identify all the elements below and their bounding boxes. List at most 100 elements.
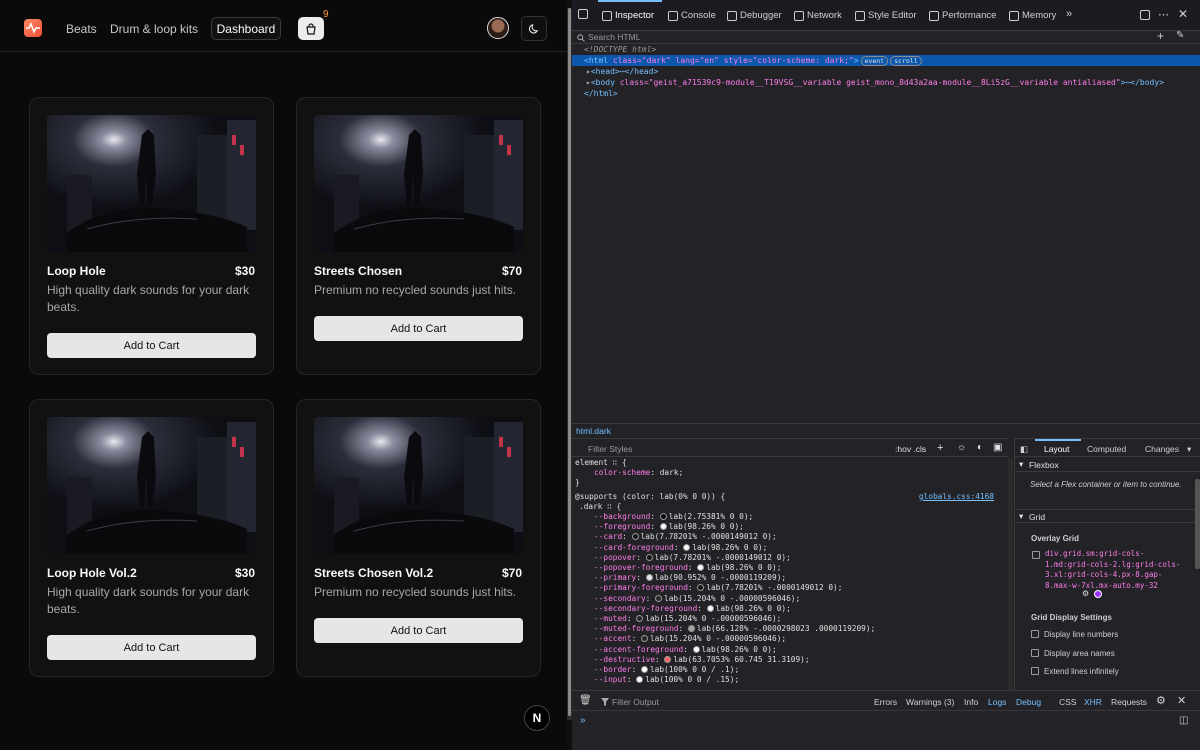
color-swatch[interactable] [683, 543, 691, 551]
color-swatch[interactable] [645, 553, 653, 561]
add-to-cart-button[interactable]: Add to Cart [47, 333, 256, 358]
light-theme-icon[interactable]: ☼ [957, 442, 966, 453]
color-swatch[interactable] [640, 635, 648, 643]
color-swatch[interactable] [687, 625, 695, 633]
chevron-down-icon[interactable]: ▾ [1187, 444, 1191, 455]
tab-changes[interactable]: Changes [1145, 444, 1179, 454]
breadcrumb-item[interactable]: html.dark [576, 426, 611, 436]
add-node-icon[interactable]: + [1157, 29, 1164, 43]
page-scrollbar-thumb[interactable] [568, 8, 571, 716]
css-variable-declaration[interactable]: --accent: lab(15.204% 0 -.00000596046); [594, 634, 786, 644]
tree-node-head[interactable]: ▸<head>⋯</head> [572, 66, 1200, 77]
color-swatch[interactable] [697, 564, 705, 571]
gear-icon[interactable]: ⚙ [1156, 694, 1166, 707]
variable-name[interactable]: --secondary-foreground [594, 604, 697, 613]
cart-button[interactable] [298, 17, 324, 40]
css-variable-declaration[interactable]: --card: lab(7.78201% -.0000149012 0); [594, 532, 777, 542]
variable-value[interactable]: lab(100% 0 0 / .15); [645, 675, 739, 684]
variable-value[interactable]: lab(2.75381% 0 0); [669, 512, 754, 521]
color-swatch[interactable] [692, 645, 700, 653]
grid-color-swatch[interactable] [1094, 590, 1102, 598]
css-variable-declaration[interactable]: --foreground: lab(98.26% 0 0); [594, 522, 744, 532]
css-variable-declaration[interactable]: --background: lab(2.75381% 0 0); [594, 512, 753, 522]
nav-link-beats[interactable]: Beats [66, 22, 97, 36]
variable-value[interactable]: lab(100% 0 0 / .1); [650, 665, 739, 674]
variable-name[interactable]: --primary [594, 573, 636, 582]
grid-section-header[interactable]: Grid ▾ [1015, 509, 1200, 523]
console-prompt[interactable]: » [580, 715, 586, 726]
more-tabs-chevron-icon[interactable]: » [1066, 8, 1072, 20]
css-variable-declaration[interactable]: --muted-foreground: lab(66.128% -.000029… [594, 624, 875, 634]
variable-name[interactable]: --popover [594, 553, 636, 562]
toggle-pane-icon[interactable]: ◧ [1020, 444, 1028, 455]
tree-node-html-close[interactable]: </html> [572, 88, 1200, 99]
tree-node-body[interactable]: ▸<body class="geist_a71539c9-module__T19… [572, 77, 1200, 88]
css-variable-declaration[interactable]: --border: lab(100% 0 0 / .1); [594, 665, 739, 675]
color-swatch[interactable] [640, 666, 648, 673]
add-to-cart-button[interactable]: Add to Cart [314, 618, 523, 643]
color-swatch[interactable] [636, 615, 644, 622]
css-variable-declaration[interactable]: --muted: lab(15.204% 0 -.00000596046); [594, 614, 781, 624]
variable-value[interactable]: lab(15.204% 0 -.00000596046); [650, 634, 786, 643]
variable-name[interactable]: --accent [594, 634, 632, 643]
filter-errors[interactable]: Errors [874, 697, 897, 707]
checkbox[interactable] [1031, 649, 1039, 657]
gear-icon[interactable]: ⚙ [1082, 589, 1089, 598]
color-swatch[interactable] [645, 574, 653, 582]
color-swatch[interactable] [659, 523, 667, 531]
filter-info[interactable]: Info [964, 697, 978, 707]
event-badge[interactable]: event [860, 56, 889, 66]
more-options-icon[interactable]: ⋯ [1158, 8, 1169, 21]
variable-name[interactable]: --primary-foreground [594, 583, 688, 592]
variable-name[interactable]: --card [594, 532, 622, 541]
dashboard-button[interactable]: Dashboard [211, 17, 281, 40]
print-media-icon[interactable]: ▣ [993, 442, 1002, 453]
overlay-grid-checkbox[interactable] [1032, 551, 1040, 559]
filter-logs[interactable]: Logs [988, 697, 1006, 707]
variable-value[interactable]: lab(98.26% 0 0); [716, 604, 791, 613]
filter-requests[interactable]: Requests [1111, 697, 1147, 707]
option-display-area-names[interactable]: Display area names [1031, 649, 1115, 658]
user-avatar[interactable] [487, 17, 509, 39]
tab-network[interactable]: Network [794, 10, 842, 21]
css-variable-declaration[interactable]: --input: lab(100% 0 0 / .15); [594, 675, 739, 685]
property-value[interactable]: dark; [660, 468, 683, 477]
rules-scrollbar[interactable] [1008, 458, 1013, 690]
tab-performance[interactable]: Performance [929, 10, 996, 21]
sidebar-scrollbar[interactable] [1195, 479, 1200, 569]
css-variable-declaration[interactable]: --primary: lab(90.952% 0 -.0000119209); [594, 573, 786, 583]
filter-styles-input[interactable]: Filter Styles [588, 444, 632, 454]
css-variable-declaration[interactable]: --accent-foreground: lab(98.26% 0 0); [594, 645, 777, 655]
css-variable-declaration[interactable]: --popover: lab(7.78201% -.0000149012 0); [594, 553, 791, 563]
trash-icon[interactable]: 🗑 [579, 695, 592, 706]
color-swatch[interactable] [664, 655, 672, 663]
hov-cls-toggles[interactable]: :hov .cls [895, 444, 926, 454]
variable-value[interactable]: lab(90.952% 0 -.0000119209); [655, 573, 786, 582]
variable-value[interactable]: lab(7.78201% -.0000149012 0); [706, 583, 842, 592]
option-extend-lines[interactable]: Extend lines infinitely [1031, 667, 1119, 676]
tab-inspector[interactable]: Inspector [602, 10, 654, 21]
checkbox[interactable] [1031, 667, 1039, 675]
close-icon[interactable]: ✕ [1177, 694, 1186, 707]
variable-name[interactable]: --accent-foreground [594, 645, 683, 654]
nav-link-drum-loop-kits[interactable]: Drum & loop kits [110, 22, 198, 36]
color-swatch[interactable] [636, 676, 644, 684]
filter-warnings[interactable]: Warnings (3) [906, 697, 954, 707]
tab-computed[interactable]: Computed [1087, 444, 1126, 454]
variable-value[interactable]: lab(7.78201% -.0000149012 0); [641, 532, 777, 541]
variable-name[interactable]: --background [594, 512, 650, 521]
variable-name[interactable]: --card-foreground [594, 543, 674, 552]
variable-value[interactable]: lab(98.26% 0 0); [669, 522, 744, 531]
add-rule-icon[interactable]: + [937, 442, 943, 454]
variable-name[interactable]: --foreground [594, 522, 650, 531]
tree-node-doctype[interactable]: <!DOCTYPE html> [572, 44, 1200, 55]
variable-value[interactable]: lab(7.78201% -.0000149012 0); [655, 553, 791, 562]
flexbox-section-header[interactable]: Flexbox ▾ [1015, 458, 1200, 472]
variable-name[interactable]: --input [594, 675, 627, 684]
filter-output-input[interactable]: Filter Output [612, 697, 659, 707]
variable-name[interactable]: --destructive [594, 655, 655, 664]
variable-value[interactable]: lab(98.26% 0 0); [692, 543, 767, 552]
editor-mode-icon[interactable]: ◫ [1179, 715, 1188, 726]
search-html-bar[interactable]: Search HTML + ✎ [572, 29, 1200, 44]
variable-value[interactable]: lab(98.26% 0 0); [702, 645, 777, 654]
